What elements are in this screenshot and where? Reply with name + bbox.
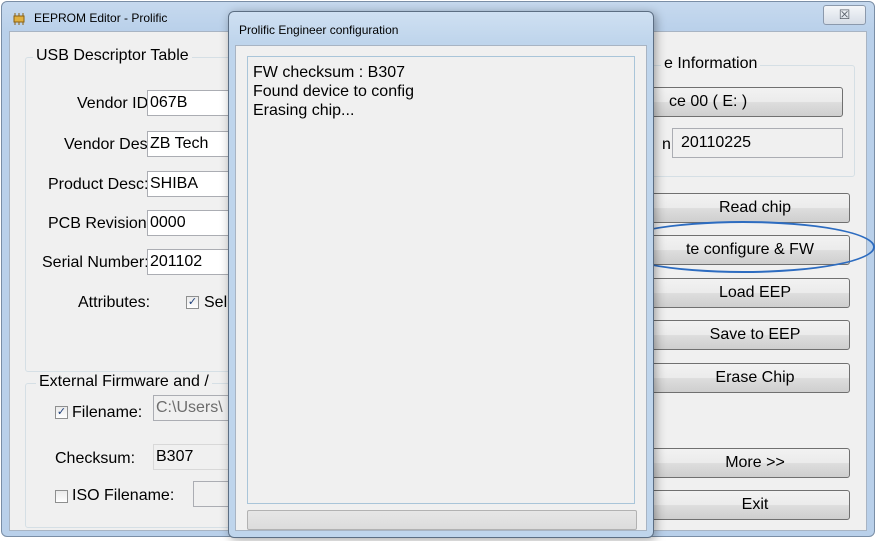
erase-chip-button[interactable]: Erase Chip [630, 363, 850, 393]
attributes-checkbox[interactable]: ✓ [186, 296, 199, 309]
serial-number-label: Serial Number: [42, 254, 149, 271]
engineer-configuration-dialog: Prolific Engineer configuration FW check… [228, 11, 654, 538]
vendor-id-label: Vendor ID: [77, 95, 153, 112]
exit-button[interactable]: Exit [630, 490, 850, 520]
usb-descriptor-group-title: USB Descriptor Table [33, 47, 192, 65]
dialog-title: Prolific Engineer configuration [239, 23, 399, 37]
device-info-group-title: e Information [661, 55, 761, 73]
read-chip-button[interactable]: Read chip [630, 193, 850, 223]
log-line: FW checksum : B307 [253, 64, 406, 81]
pcb-revision-field[interactable]: 0000 [147, 210, 237, 236]
more-button[interactable]: More >> [630, 448, 850, 478]
log-output-box: FW checksum : B307 Found device to confi… [247, 56, 635, 504]
progress-bar [247, 510, 637, 530]
checksum-label: Checksum: [55, 450, 136, 467]
pcb-revision-label: PCB Revision: [48, 215, 152, 232]
log-line: Found device to config [253, 83, 414, 100]
vendor-desc-label: Vendor Desc: [64, 136, 161, 153]
attributes-option-label: Sel [204, 294, 228, 311]
prolific-app-icon [13, 13, 25, 25]
dialog-client-area: FW checksum : B307 Found device to confi… [235, 45, 647, 531]
close-icon: ☒ [838, 7, 851, 22]
product-desc-label: Product Desc: [48, 176, 149, 193]
close-button[interactable]: ☒ [823, 5, 866, 25]
filename-checkbox[interactable]: ✓ [55, 406, 68, 419]
iso-filename-label: ISO Filename: [72, 487, 175, 504]
attributes-label: Attributes: [78, 294, 151, 311]
external-firmware-group-title: External Firmware and / [36, 373, 212, 391]
main-window-title: EEPROM Editor - Prolific [34, 11, 168, 25]
save-to-eep-button[interactable]: Save to EEP [630, 320, 850, 350]
product-desc-field[interactable]: SHIBA [147, 171, 237, 197]
log-line: Erasing chip... [253, 102, 355, 119]
device-select-value: ce 00 ( E: ) [669, 93, 748, 110]
version-field: 20110225 [672, 128, 843, 158]
device-select-dropdown[interactable]: ce 00 ( E: ) [630, 87, 843, 117]
vendor-id-field[interactable]: 067B [147, 90, 237, 116]
filename-label: Filename: [72, 404, 143, 421]
iso-filename-checkbox[interactable] [55, 490, 68, 503]
load-eep-button[interactable]: Load EEP [630, 278, 850, 308]
vendor-desc-field[interactable]: ZB Tech [147, 131, 237, 157]
serial-number-field[interactable]: 201102 [147, 249, 237, 275]
